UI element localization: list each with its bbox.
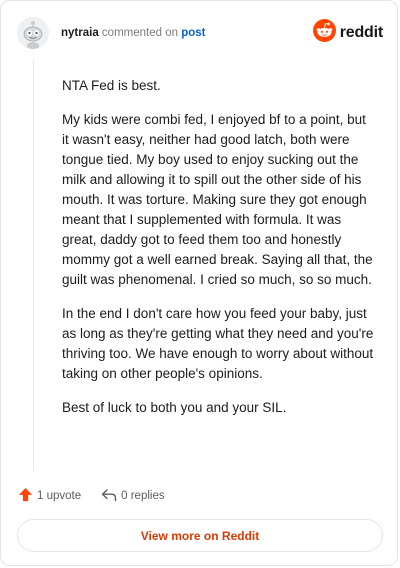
embedded-comment-card: nytraia commented on post reddit NTA Fed… <box>0 0 398 566</box>
reddit-brand[interactable]: reddit <box>312 19 383 47</box>
comment-paragraph: Best of luck to both you and your SIL. <box>62 400 287 415</box>
view-more-on-reddit-button[interactable]: View more on Reddit <box>17 519 383 552</box>
replies-button[interactable]: 0 replies <box>101 488 165 505</box>
comment-meta: nytraia commented on post <box>61 26 205 40</box>
snoo-avatar-icon[interactable] <box>17 17 49 49</box>
comment-paragraph: My kids were combi fed, I enjoyed bf to … <box>62 112 373 287</box>
action-text: commented on <box>101 27 178 39</box>
upvote-count: 1 upvote <box>37 490 82 502</box>
upvote-button[interactable]: 1 upvote <box>18 487 81 505</box>
comment-paragraph: NTA Fed is best. <box>62 78 161 93</box>
reddit-wordmark: reddit <box>339 24 383 41</box>
upvote-arrow-icon <box>18 487 33 505</box>
comment-paragraph: In the end I don't care how you feed you… <box>62 306 374 381</box>
comment-body: NTA Fed is best. My kids were combi fed,… <box>62 76 374 432</box>
reply-arrow-icon <box>101 488 117 505</box>
thread-line <box>33 59 34 471</box>
comment-actions: 1 upvote 0 replies <box>18 487 165 505</box>
post-link[interactable]: post <box>181 27 205 39</box>
reply-count: 0 replies <box>121 490 165 502</box>
username[interactable]: nytraia <box>61 27 99 39</box>
reddit-logo-icon <box>312 19 336 47</box>
comment-header: nytraia commented on post reddit <box>17 17 383 49</box>
